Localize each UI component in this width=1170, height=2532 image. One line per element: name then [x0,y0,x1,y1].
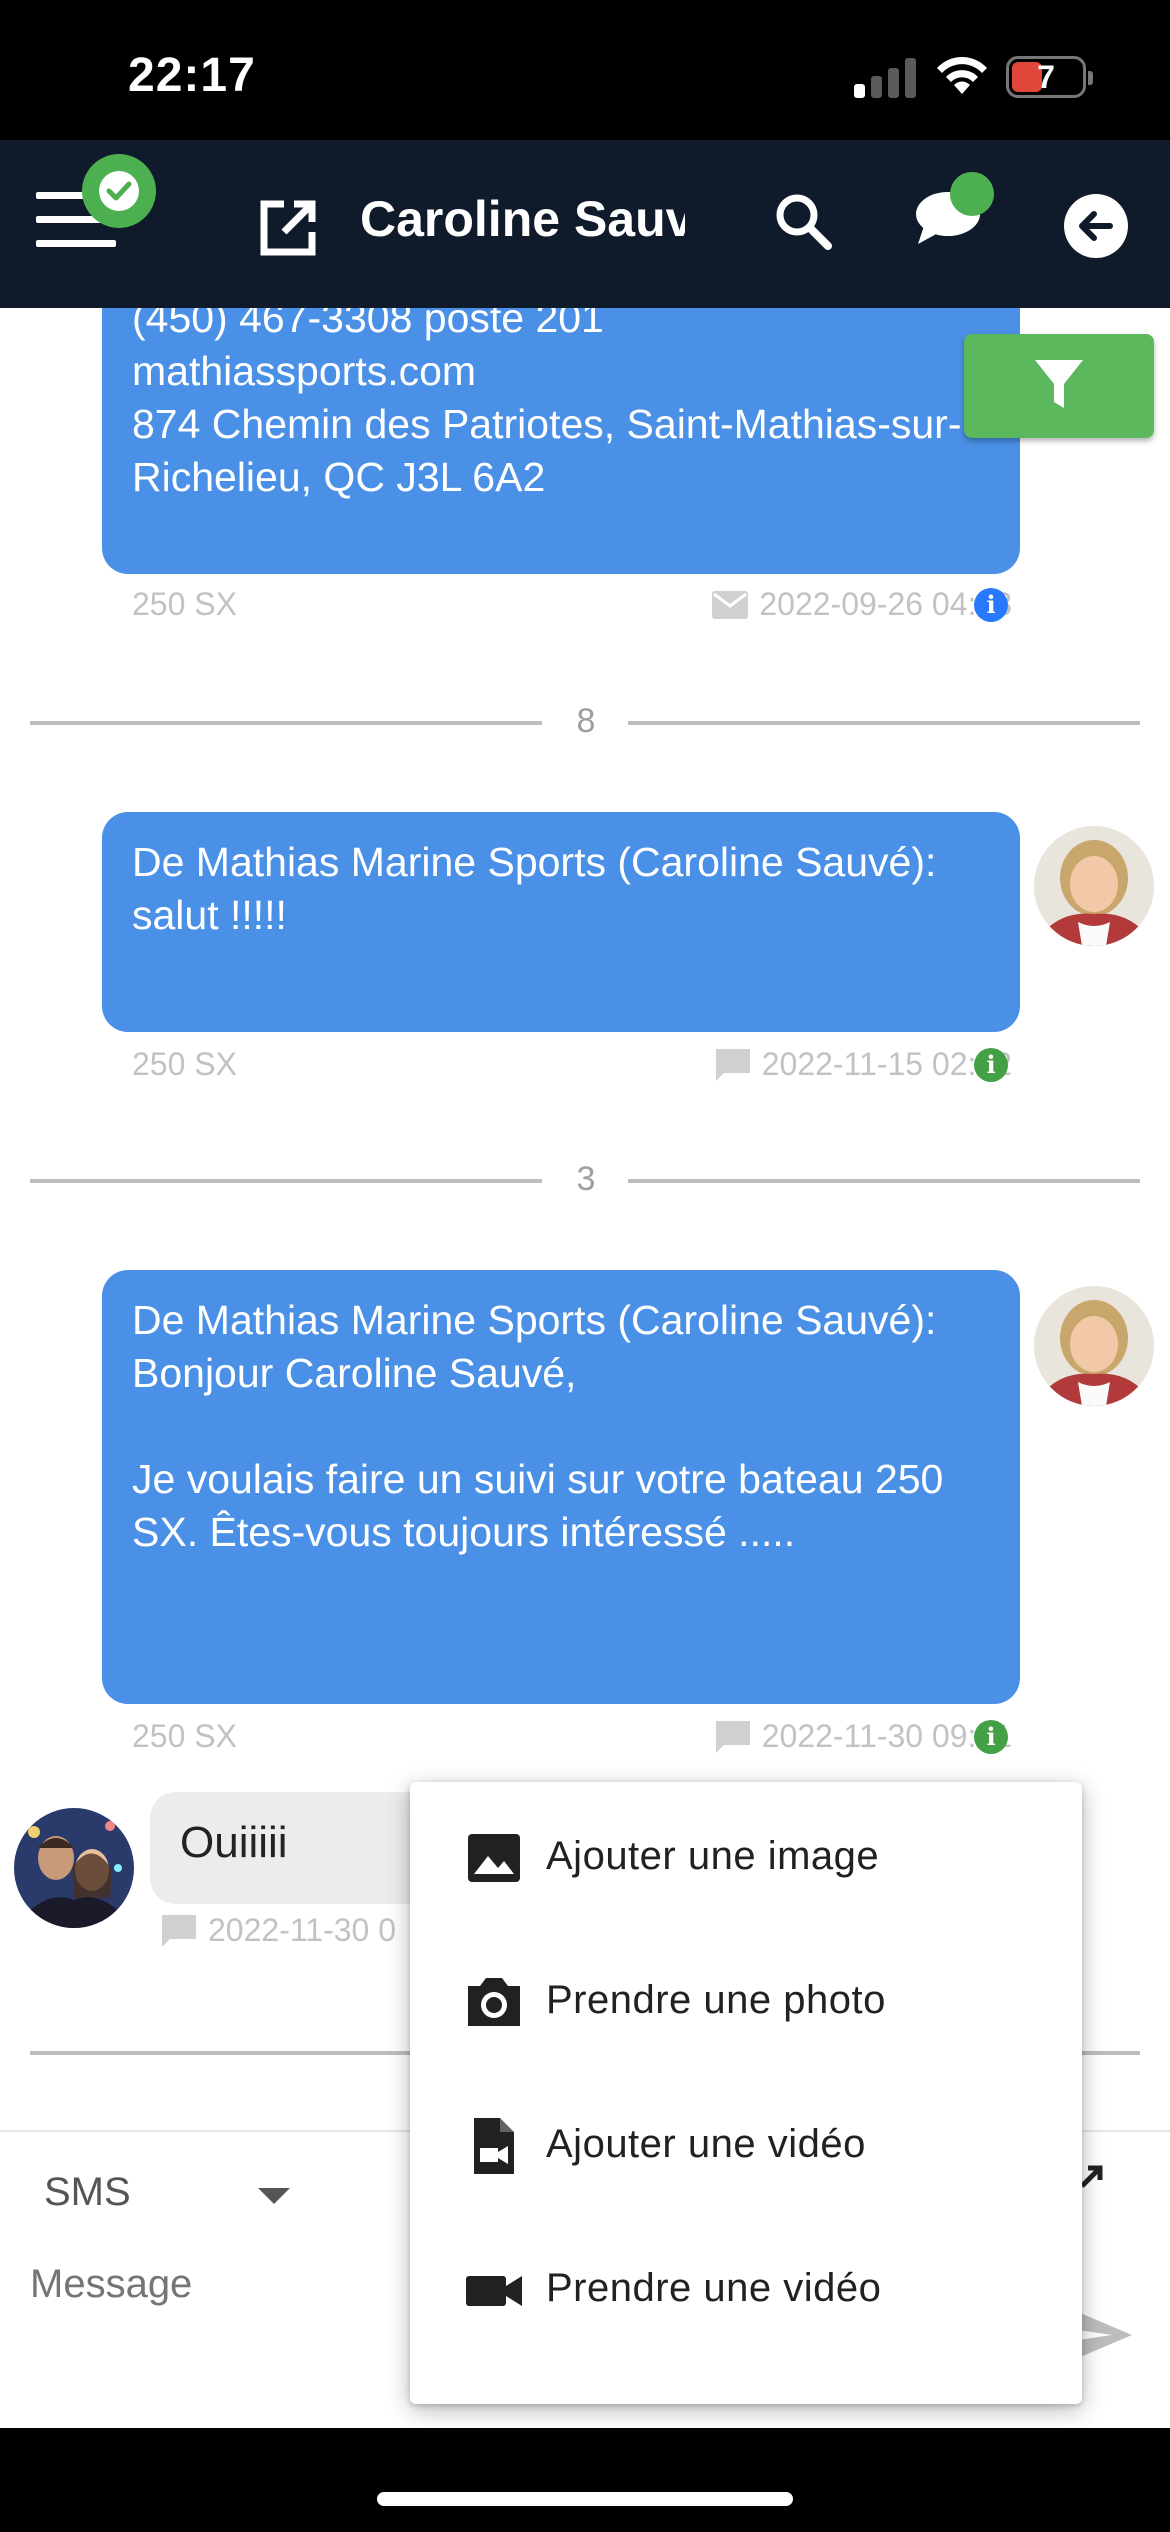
videocam-icon [466,2276,522,2306]
send-icon[interactable] [1076,2310,1134,2360]
wifi-icon [937,57,987,94]
video-file-icon [474,2118,514,2174]
status-time: 22:17 [128,49,256,102]
filter-button[interactable] [964,334,1154,438]
menu-item-label: Prendre une photo [546,1977,886,2022]
chevron-down-icon[interactable] [258,2188,290,2204]
message-tag: 250 SX [132,1046,237,1082]
check-icon [82,154,156,228]
attachment-menu: Ajouter une image Prendre une photo Ajou… [410,1782,1082,2404]
date-divider: 8 [30,702,1140,742]
menu-item-add-video[interactable]: Ajouter une vidéo [410,2072,1082,2216]
outgoing-message: (450) 467-3308 poste 201 mathiassports.c… [102,308,1020,574]
avatar [1034,826,1154,946]
info-icon[interactable]: i [974,1720,1008,1754]
menu-item-label: Ajouter une vidéo [546,2121,866,2166]
home-indicator [0,2428,1170,2532]
menu-item-label: Prendre une vidéo [546,2265,882,2310]
date-divider: 3 [30,1160,1140,1200]
message-tag: 250 SX [132,586,237,622]
back-button[interactable] [1064,194,1128,258]
search-icon[interactable] [772,190,836,254]
menu-item-label: Ajouter une image [546,1833,880,1878]
message-meta: 2022-11-30 0 [160,1912,396,1949]
cellular-signal-icon [854,58,916,98]
status-bar: 22:17 7 [0,0,1170,140]
message-meta: 2022-09-26 04:58 [711,586,1012,623]
sms-icon [162,1914,196,1947]
mail-icon [712,590,749,619]
battery-level: 7 [1037,59,1055,95]
contact-avatar [14,1808,134,1928]
message-tag: 250 SX [132,1718,237,1754]
sms-icon [715,1048,750,1081]
image-icon [468,1834,520,1882]
menu-item-add-image[interactable]: Ajouter une image [410,1784,1082,1928]
camera-icon [468,1978,520,2026]
menu-item-record-video[interactable]: Prendre une vidéo [410,2216,1082,2360]
outgoing-message: De Mathias Marine Sports (Caroline Sauvé… [102,812,1020,1032]
app-header: Caroline Sauvé [0,140,1170,308]
message-input[interactable] [30,2262,430,2307]
message-meta: 2022-11-30 09:51 [714,1718,1012,1755]
avatar [1034,1286,1154,1406]
battery-icon: 7 [1006,56,1093,98]
info-icon[interactable]: i [974,588,1008,622]
divider-count: 3 [576,1160,596,1198]
open-external-icon[interactable] [256,196,320,260]
unread-dot [950,172,994,216]
outgoing-message: De Mathias Marine Sports (Caroline Sauvé… [102,1270,1020,1704]
channel-select[interactable]: SMS [44,2170,131,2215]
menu-item-take-photo[interactable]: Prendre une photo [410,1928,1082,2072]
info-icon[interactable]: i [974,1048,1008,1082]
divider-count: 8 [576,702,596,740]
arrow-left-icon [1079,211,1113,241]
filter-icon [1035,360,1083,408]
message-timestamp: 2022-11-30 0 [208,1912,396,1948]
message-meta: 2022-11-15 02:42 [714,1046,1012,1083]
sms-icon [715,1720,750,1753]
conversation-title: Caroline Sauvé [360,191,685,247]
